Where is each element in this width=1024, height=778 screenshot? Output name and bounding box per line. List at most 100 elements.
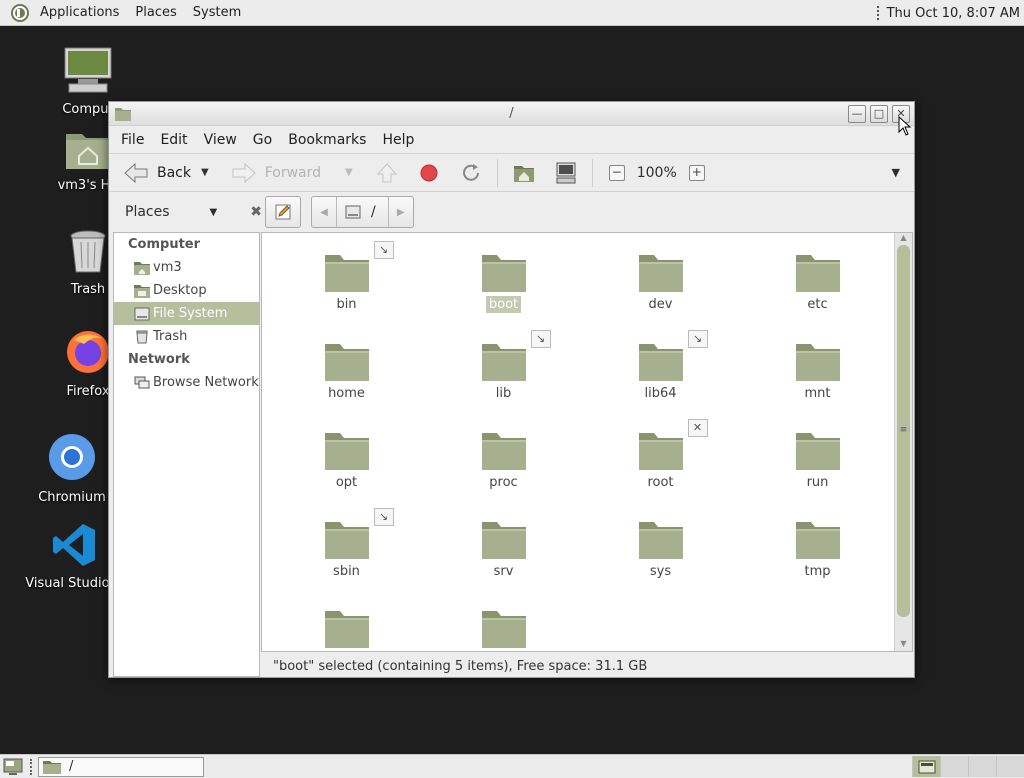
- forward-history-dropdown[interactable]: ▼: [341, 167, 357, 178]
- symlink-emblem-icon: ↘: [687, 330, 708, 348]
- zoom-level[interactable]: 100%: [625, 165, 689, 181]
- back-history-dropdown[interactable]: ▼: [197, 167, 213, 178]
- zoom-out-button[interactable]: −: [608, 164, 625, 181]
- symlink-emblem-icon: ↘: [373, 241, 394, 259]
- system-menu[interactable]: System: [185, 0, 249, 26]
- folder-icon: [324, 607, 370, 649]
- folder-icon: ✕: [638, 419, 708, 471]
- zoom-in-button[interactable]: +: [688, 164, 705, 181]
- path-scroll-right-icon[interactable]: ▶: [389, 207, 413, 218]
- sidebar-item-label: Desktop: [153, 283, 207, 298]
- menu-file[interactable]: File: [113, 126, 152, 154]
- file-item[interactable]: home: [268, 340, 425, 429]
- menu-go[interactable]: Go: [245, 126, 280, 154]
- file-manager-window: / — □ ✕ File Edit View Go Bookmarks Help…: [108, 101, 915, 678]
- file-item[interactable]: ↘ bin: [268, 241, 425, 340]
- file-item[interactable]: tmp: [739, 518, 896, 607]
- trash-icon: [70, 230, 106, 273]
- sidebar-type-dropdown[interactable]: ▼: [210, 207, 218, 218]
- close-sidebar-icon[interactable]: ✖: [250, 204, 262, 220]
- file-item[interactable]: [268, 607, 425, 651]
- vertical-scrollbar[interactable]: ▲ ≡ ▼: [894, 233, 912, 651]
- clock[interactable]: Thu Oct 10, 8:07 AM: [887, 6, 1024, 21]
- distro-logo-icon[interactable]: [10, 3, 30, 23]
- file-item[interactable]: boot: [425, 251, 582, 340]
- file-name: home: [328, 386, 365, 401]
- window-thumbnail-icon: [918, 760, 935, 773]
- menu-bookmarks[interactable]: Bookmarks: [280, 126, 374, 154]
- file-item[interactable]: proc: [425, 429, 582, 518]
- taskbar-window-button[interactable]: /: [38, 756, 204, 777]
- file-item[interactable]: ↘ lib64: [582, 330, 739, 429]
- window-titlebar[interactable]: / — □ ✕: [109, 102, 914, 126]
- toolbar-separator: [591, 158, 593, 187]
- drive-icon: [345, 205, 361, 219]
- file-item[interactable]: [425, 607, 582, 651]
- panel-handle[interactable]: [876, 6, 881, 20]
- back-button[interactable]: Back: [117, 158, 197, 188]
- workspace-1[interactable]: [912, 756, 940, 777]
- desktop-folder-icon: [134, 284, 150, 298]
- folder-icon: [795, 340, 841, 382]
- window-body: Places ▼ ✖ Computer vm3 Desktop File Sys…: [109, 192, 914, 677]
- file-item[interactable]: mnt: [739, 340, 896, 429]
- sidebar-item-file-system[interactable]: File System: [114, 302, 259, 325]
- sidebar-item-label: vm3: [153, 260, 182, 275]
- applications-menu[interactable]: Applications: [32, 0, 127, 26]
- file-item[interactable]: srv: [425, 518, 582, 607]
- folder-icon: ↘: [324, 241, 394, 293]
- toolbar-separator: [496, 158, 498, 187]
- sidebar-item-vm3[interactable]: vm3: [114, 256, 259, 279]
- file-item[interactable]: ✕ root: [582, 419, 739, 518]
- up-button[interactable]: [375, 161, 399, 185]
- file-name: bin: [336, 297, 357, 312]
- edit-location-button[interactable]: [265, 196, 301, 228]
- file-item[interactable]: sys: [582, 518, 739, 607]
- workspace-4[interactable]: [996, 756, 1024, 777]
- drive-icon: [134, 307, 150, 320]
- show-desktop-button[interactable]: [2, 757, 24, 777]
- scroll-up-icon[interactable]: ▲: [895, 233, 912, 245]
- file-name: mnt: [804, 386, 831, 401]
- sidebar-item-desktop[interactable]: Desktop: [114, 279, 259, 302]
- pencil-icon: [275, 204, 291, 220]
- minimize-icon[interactable]: —: [848, 105, 866, 123]
- sidebar-item-browse-network[interactable]: Browse Network: [114, 371, 259, 394]
- sidebar-title[interactable]: Places: [125, 204, 170, 220]
- network-icon: [134, 376, 150, 388]
- file-item[interactable]: dev: [582, 251, 739, 340]
- scrollbar-thumb[interactable]: ≡: [897, 245, 910, 617]
- workspace-switcher: [912, 756, 1024, 777]
- path-bar: ◀ / ▶: [311, 196, 414, 228]
- scroll-down-icon[interactable]: ▼: [895, 639, 912, 651]
- file-item[interactable]: run: [739, 429, 896, 518]
- path-button-root[interactable]: /: [336, 197, 389, 227]
- places-menu[interactable]: Places: [127, 0, 184, 26]
- reload-button[interactable]: [459, 161, 483, 185]
- stop-button[interactable]: [417, 161, 441, 185]
- computer-button[interactable]: [554, 161, 578, 185]
- folder-icon: ↘: [324, 508, 394, 560]
- file-item[interactable]: ↘ lib: [425, 330, 582, 429]
- folder-icon: [43, 760, 61, 774]
- menu-view[interactable]: View: [196, 126, 245, 154]
- up-arrow-icon: [376, 162, 397, 182]
- path-label: /: [371, 204, 376, 220]
- toolbar-overflow-dropdown[interactable]: ▼: [892, 166, 900, 179]
- forward-button[interactable]: Forward: [225, 158, 327, 188]
- menu-edit[interactable]: Edit: [152, 126, 195, 154]
- sidebar-item-trash[interactable]: Trash: [114, 325, 259, 348]
- path-scroll-left-icon[interactable]: ◀: [312, 207, 336, 218]
- file-item[interactable]: etc: [739, 251, 896, 340]
- file-item[interactable]: opt: [268, 429, 425, 518]
- file-item[interactable]: ↘ sbin: [268, 508, 425, 607]
- home-button[interactable]: [512, 161, 536, 185]
- workspace-3[interactable]: [968, 756, 996, 777]
- folder-icon: [795, 518, 841, 560]
- taskbar-handle[interactable]: [30, 758, 34, 775]
- file-name: boot: [485, 296, 522, 313]
- menu-help[interactable]: Help: [374, 126, 422, 154]
- maximize-icon[interactable]: □: [870, 105, 888, 123]
- workspace-2[interactable]: [940, 756, 968, 777]
- file-view[interactable]: ↘ bin boot dev etc home ↘ lib ↘ lib64 mnt opt proc ✕ r…: [261, 232, 913, 652]
